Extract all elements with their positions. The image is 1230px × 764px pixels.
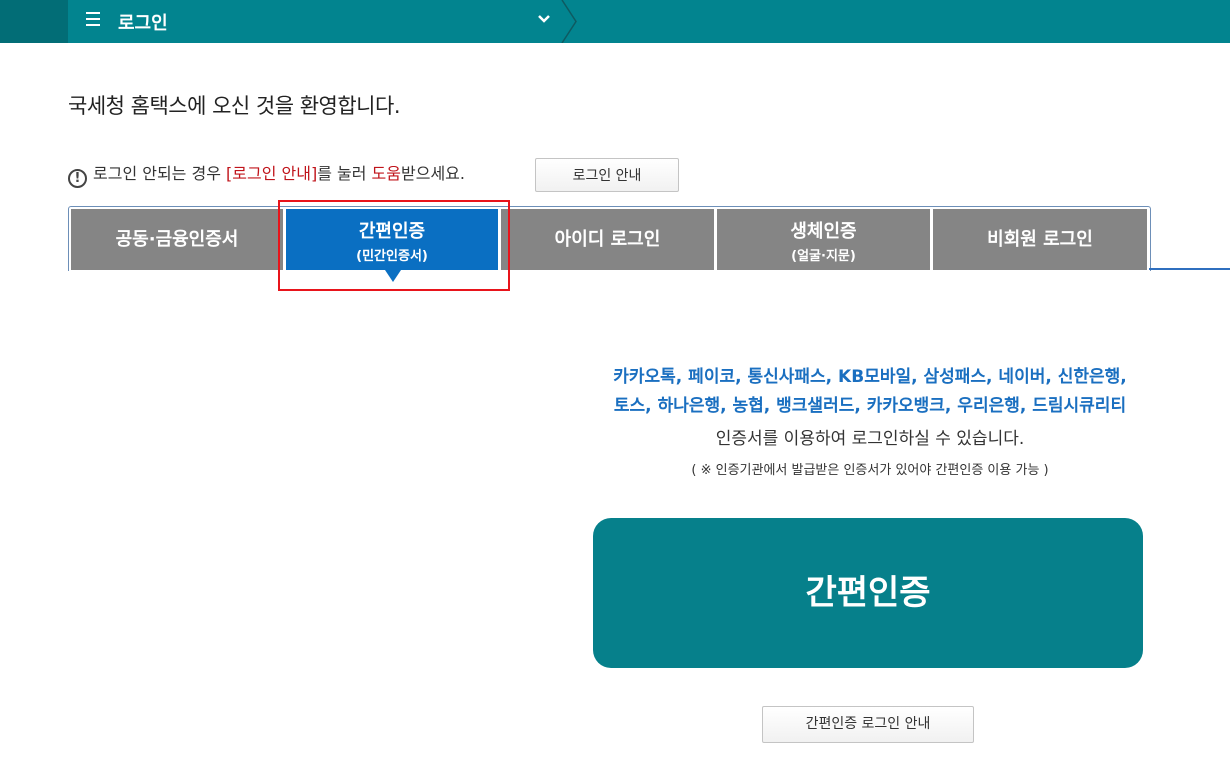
highlight-box <box>278 200 510 291</box>
tab-biometric-auth[interactable]: 생체인증 (얼굴·지문) <box>717 209 930 270</box>
simple-auth-guide-button[interactable]: 간편인증 로그인 안내 <box>762 706 974 743</box>
notice-text-1: 로그인 안되는 경우 <box>93 164 227 183</box>
usage-note: ( ※ 인증기관에서 발급받은 인증서가 있어야 간편인증 이용 가능 ) <box>691 463 1049 478</box>
welcome-heading: 국세청 홈택스에 오신 것을 환영합니다. <box>68 94 401 118</box>
notice-text-3: 받으세요. <box>401 164 465 183</box>
top-nav-left-block <box>0 0 68 43</box>
tab-label: 아이디 로그인 <box>554 229 661 250</box>
login-menu-dropdown[interactable]: 로그인 <box>68 0 565 43</box>
login-guide-link-text: [로그인 안내] <box>226 164 318 183</box>
help-text: 도움 <box>371 164 401 183</box>
exclamation-circle-icon: ! <box>68 169 87 188</box>
supported-providers: 카카오톡, 페이코, 통신사패스, KB모바일, 삼성패스, 네이버, 신한은행… <box>560 363 1180 421</box>
login-guide-button[interactable]: 로그인 안내 <box>535 158 679 192</box>
tab-underline <box>1149 268 1230 270</box>
tab-id-login[interactable]: 아이디 로그인 <box>501 209 714 270</box>
menu-label: 로그인 <box>118 13 168 34</box>
simple-auth-button[interactable]: 간편인증 <box>593 518 1143 668</box>
tab-sublabel: (얼굴·지문) <box>791 249 856 264</box>
breadcrumb-separator-icon <box>561 0 577 43</box>
notice-text-2: 를 눌러 <box>317 164 372 183</box>
tab-label: 비회원 로그인 <box>987 229 1093 250</box>
chevron-down-icon <box>538 15 550 23</box>
hamburger-menu-icon <box>86 12 100 26</box>
login-description: 인증서를 이용하여 로그인하실 수 있습니다. <box>715 429 1025 449</box>
top-nav-bar: 로그인 <box>0 0 1230 43</box>
login-help-notice: ! 로그인 안되는 경우 [로그인 안내]를 눌러 도움받으세요. <box>68 160 465 188</box>
tab-guest-login[interactable]: 비회원 로그인 <box>933 209 1147 270</box>
providers-line-1: 카카오톡, 페이코, 통신사패스, KB모바일, 삼성패스, 네이버, 신한은행… <box>613 367 1127 387</box>
providers-line-2: 토스, 하나은행, 농협, 뱅크샐러드, 카카오뱅크, 우리은행, 드림시큐리티 <box>613 396 1127 416</box>
tab-label: 생체인증 <box>790 221 857 242</box>
tab-joint-financial-certificate[interactable]: 공동·금융인증서 <box>71 209 283 270</box>
tab-label: 공동·금융인증서 <box>115 229 239 250</box>
